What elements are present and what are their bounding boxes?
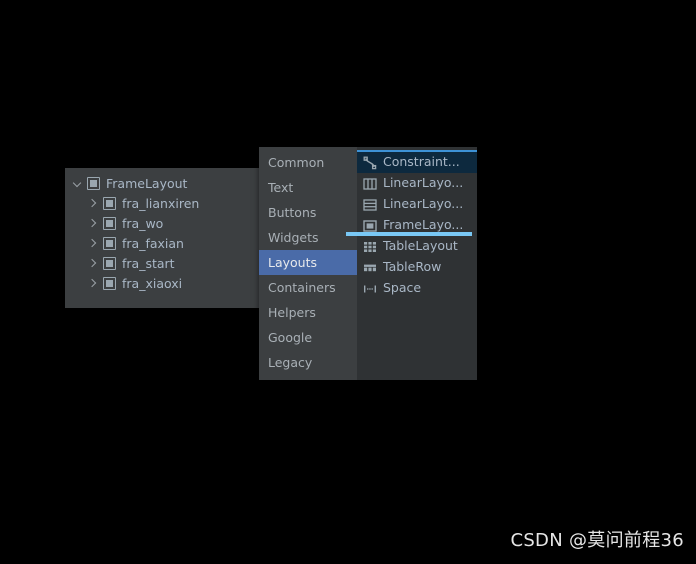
palette-item-label: LinearLayo... (383, 175, 464, 191)
space-icon (363, 282, 377, 296)
palette-category-legacy[interactable]: Legacy (259, 350, 357, 375)
palette-category-text[interactable]: Text (259, 175, 357, 200)
palette-popup[interactable]: Common Text Buttons Widgets Layouts Cont… (259, 147, 477, 380)
frame-layout-icon (363, 219, 377, 233)
chevron-down-icon[interactable] (71, 176, 85, 190)
chevron-right-icon[interactable] (87, 276, 101, 290)
tree-row[interactable]: fra_wo (65, 213, 259, 233)
linear-layout-horizontal-icon (363, 177, 377, 191)
palette-item-label: Constraint... (383, 154, 460, 170)
tree-item-label: fra_lianxiren (122, 195, 200, 211)
palette-category-list[interactable]: Common Text Buttons Widgets Layouts Cont… (259, 147, 357, 380)
chevron-right-icon[interactable] (87, 216, 101, 230)
palette-category-layouts[interactable]: Layouts (259, 250, 357, 275)
linear-layout-vertical-icon (363, 198, 377, 212)
tree-item-label: FrameLayout (106, 175, 188, 191)
frame-layout-icon (87, 176, 100, 190)
frame-layout-icon (103, 256, 116, 270)
palette-item-space[interactable]: Space (357, 278, 477, 299)
tree-item-label: fra_xiaoxi (122, 275, 183, 291)
palette-category-google[interactable]: Google (259, 325, 357, 350)
tree-item-label: fra_faxian (122, 235, 184, 251)
tree-item-label: fra_start (122, 255, 175, 271)
palette-item-linearlayout-vertical[interactable]: LinearLayo... (357, 194, 477, 215)
drop-indicator-line (346, 232, 472, 236)
table-row-icon (363, 261, 377, 275)
palette-item-label: Space (383, 280, 422, 296)
tree-row[interactable]: fra_faxian (65, 233, 259, 253)
palette-item-label: TableLayout (383, 238, 458, 254)
palette-category-helpers[interactable]: Helpers (259, 300, 357, 325)
frame-layout-icon (103, 236, 116, 250)
chevron-right-icon[interactable] (87, 236, 101, 250)
palette-item-tablerow[interactable]: TableRow (357, 257, 477, 278)
palette-item-list[interactable]: Constraint... LinearLayo... LinearLayo..… (346, 147, 477, 380)
tree-row[interactable]: FrameLayout (65, 173, 259, 193)
palette-category-common[interactable]: Common (259, 150, 357, 175)
frame-layout-icon (103, 216, 116, 230)
palette-category-widgets[interactable]: Widgets (259, 225, 357, 250)
constraint-layout-icon (363, 156, 377, 170)
palette-item-label: TableRow (383, 259, 442, 275)
frame-layout-icon (103, 196, 116, 210)
table-layout-icon (363, 240, 377, 254)
palette-item-tablelayout[interactable]: TableLayout (357, 236, 477, 257)
palette-item-linearlayout-horizontal[interactable]: LinearLayo... (357, 173, 477, 194)
palette-category-containers[interactable]: Containers (259, 275, 357, 300)
component-tree-panel[interactable]: FrameLayout fra_lianxiren fra_wo fra_fax… (65, 168, 259, 308)
chevron-right-icon[interactable] (87, 256, 101, 270)
palette-item-label: FrameLayo... (383, 217, 464, 233)
chevron-right-icon[interactable] (87, 196, 101, 210)
tree-row[interactable]: fra_start (65, 253, 259, 273)
palette-category-buttons[interactable]: Buttons (259, 200, 357, 225)
watermark-text: CSDN @莫问前程36 (510, 530, 684, 551)
tree-row[interactable]: fra_lianxiren (65, 193, 259, 213)
frame-layout-icon (103, 276, 116, 290)
tree-row[interactable]: fra_xiaoxi (65, 273, 259, 293)
tree-item-label: fra_wo (122, 215, 164, 231)
palette-item-label: LinearLayo... (383, 196, 464, 212)
palette-item-constraintlayout[interactable]: Constraint... (357, 150, 477, 173)
